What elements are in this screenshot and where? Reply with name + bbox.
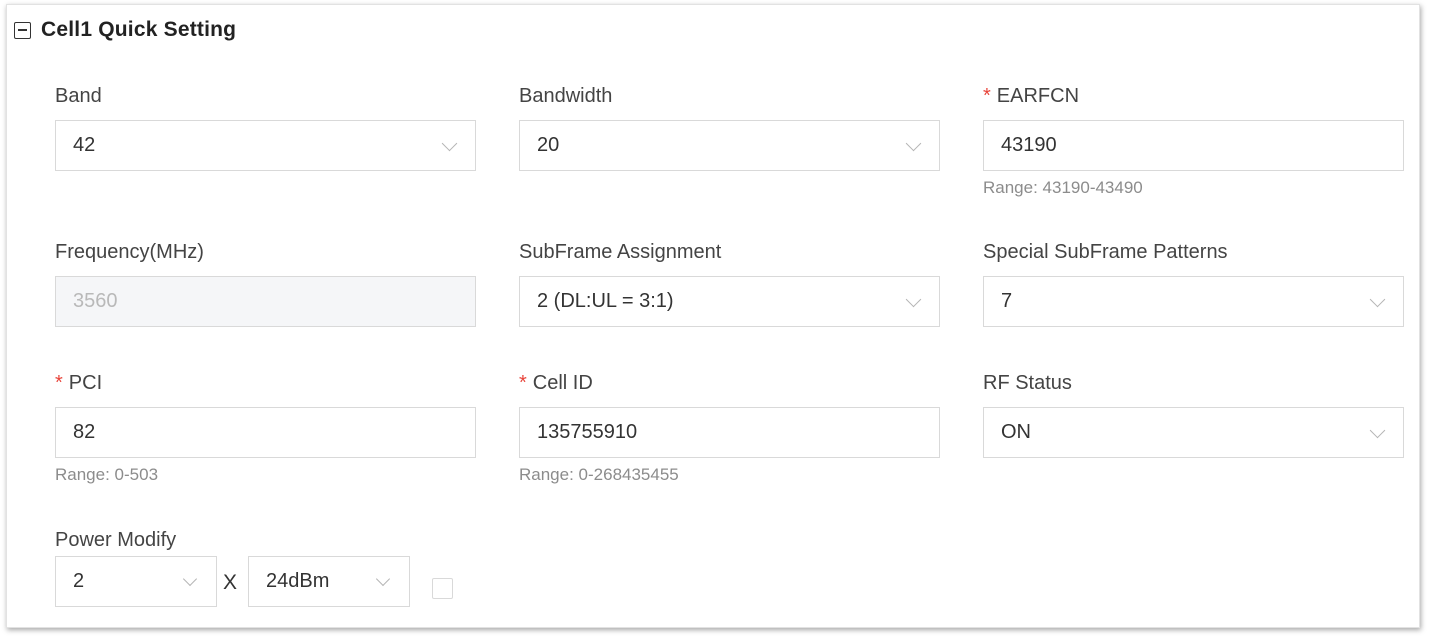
band-value: 42: [73, 134, 96, 156]
chevron-down-icon: [375, 571, 391, 587]
frequency-input: 3560: [55, 276, 476, 327]
earfcn-range-hint: Range: 43190-43490: [983, 178, 1143, 197]
power-level-value: 24dBm: [266, 570, 330, 592]
earfcn-label: * EARFCN: [983, 85, 1080, 107]
power-multiplier-select[interactable]: 2: [55, 556, 217, 607]
rf-status-field: RF Status ON: [983, 369, 1404, 458]
bandwidth-value: 20: [537, 134, 560, 156]
earfcn-field: * EARFCN 43190 Range: 43190-43490: [983, 82, 1404, 197]
chevron-down-icon: [182, 571, 198, 587]
subframe-assignment-field: SubFrame Assignment 2 (DL:UL = 3:1): [519, 238, 940, 327]
cell-id-input[interactable]: 135755910: [519, 407, 940, 458]
power-modify-checkbox[interactable]: [432, 578, 453, 599]
subframe-assignment-select[interactable]: 2 (DL:UL = 3:1): [519, 276, 940, 327]
chevron-down-icon: [441, 135, 458, 152]
chevron-down-icon: [1369, 291, 1386, 308]
rf-status-select[interactable]: ON: [983, 407, 1404, 458]
special-subframe-label: Special SubFrame Patterns: [983, 241, 1228, 263]
section-header: Cell1 Quick Setting: [14, 18, 236, 42]
cell-id-field: * Cell ID 135755910 Range: 0-268435455: [519, 369, 940, 484]
power-level-select[interactable]: 24dBm: [248, 556, 410, 607]
times-symbol: X: [223, 571, 238, 594]
cell-id-label: * Cell ID: [519, 372, 593, 394]
band-label: Band: [55, 85, 102, 107]
bandwidth-select[interactable]: 20: [519, 120, 940, 171]
chevron-down-icon: [905, 291, 922, 308]
band-select[interactable]: 42: [55, 120, 476, 171]
required-marker: *: [519, 372, 527, 394]
chevron-down-icon: [1369, 422, 1386, 439]
subframe-assignment-value: 2 (DL:UL = 3:1): [537, 290, 674, 312]
pci-value: 82: [73, 421, 96, 443]
required-marker: *: [55, 372, 63, 394]
bandwidth-field: Bandwidth 20: [519, 82, 940, 171]
bandwidth-label: Bandwidth: [519, 85, 613, 107]
cell-id-value: 135755910: [537, 421, 638, 443]
pci-field: * PCI 82 Range: 0-503: [55, 369, 476, 484]
special-subframe-select[interactable]: 7: [983, 276, 1404, 327]
power-multiplier-value: 2: [73, 570, 85, 592]
frequency-value: 3560: [73, 290, 118, 312]
cell-id-range-hint: Range: 0-268435455: [519, 465, 679, 484]
pci-range-hint: Range: 0-503: [55, 465, 159, 484]
earfcn-input[interactable]: 43190: [983, 120, 1404, 171]
pci-label: * PCI: [55, 372, 103, 394]
subframe-assignment-label: SubFrame Assignment: [519, 241, 722, 263]
rf-status-value: ON: [1001, 421, 1031, 443]
chevron-down-icon: [905, 135, 922, 152]
frequency-label: Frequency(MHz): [55, 241, 204, 263]
rf-status-label: RF Status: [983, 372, 1072, 394]
minus-square-icon[interactable]: [14, 21, 31, 39]
required-marker: *: [983, 85, 991, 107]
band-field: Band 42: [55, 82, 476, 171]
section-title: Cell1 Quick Setting: [41, 18, 237, 41]
earfcn-value: 43190: [1001, 134, 1057, 156]
pci-input[interactable]: 82: [55, 407, 476, 458]
special-subframe-field: Special SubFrame Patterns 7: [983, 238, 1404, 327]
frequency-field: Frequency(MHz) 3560: [55, 238, 476, 327]
special-subframe-value: 7: [1001, 290, 1013, 312]
power-modify-label: Power Modify: [55, 529, 177, 551]
